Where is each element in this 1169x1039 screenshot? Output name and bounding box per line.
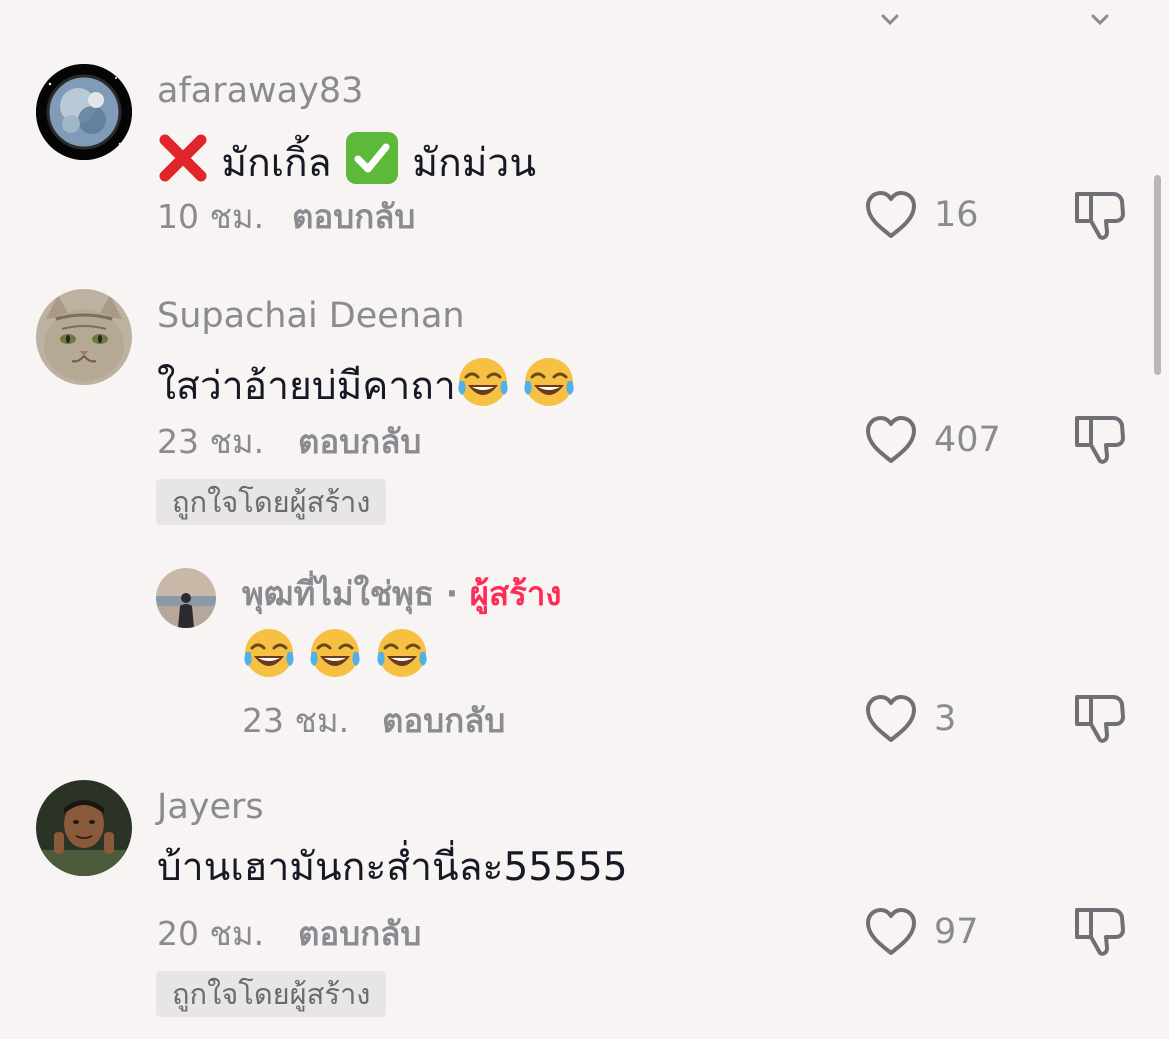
partial-chevron-icon: [1091, 14, 1109, 26]
reply-username[interactable]: พุฒที่ไม่ใช่พุธ: [242, 574, 434, 613]
heart-outline-icon[interactable]: [864, 190, 918, 240]
face-with-tears-of-joy-emoji: [456, 355, 510, 416]
separator-dot: ·: [445, 574, 459, 613]
thumbs-down-outline-icon[interactable]: [1073, 691, 1127, 745]
comment-text-segment: ใสว่าอ้ายบ่มีคาถา: [157, 364, 456, 409]
cat-avatar-image: [36, 289, 132, 385]
scrollbar[interactable]: [1154, 175, 1161, 375]
reply-button[interactable]: ตอบกลับ: [298, 425, 421, 458]
like-count: 407: [934, 420, 1001, 460]
like-count: 97: [934, 912, 979, 952]
reply-time: 23 ชม.: [242, 701, 350, 740]
globe-avatar-image: [36, 64, 132, 160]
reply-text: [242, 626, 429, 687]
comment-username[interactable]: afaraway83: [157, 74, 363, 109]
check-mark-emoji: [344, 130, 400, 186]
comment-text: มักเกิ้ล มักม่วน: [157, 130, 536, 186]
heart-outline-icon[interactable]: [864, 907, 918, 957]
reply-button[interactable]: ตอบกลับ: [298, 917, 421, 950]
like-count: 16: [934, 195, 979, 235]
face-with-tears-of-joy-emoji: [522, 355, 576, 416]
beach-avatar-image: [156, 568, 216, 628]
comment-text-segment: มักม่วน: [412, 141, 536, 186]
reply-button[interactable]: ตอบกลับ: [382, 704, 505, 737]
comment-text-segment: มักเกิ้ล: [221, 141, 332, 186]
creator-tag: ผู้สร้าง: [469, 574, 562, 613]
like-count: 3: [934, 699, 957, 739]
comment-text: ใสว่าอ้ายบ่มีคาถา: [157, 355, 576, 416]
thumbs-down-outline-icon[interactable]: [1073, 188, 1127, 242]
creator-liked-badge: ถูกใจโดยผู้สร้าง: [156, 971, 387, 1017]
comment-time: 20 ชม.: [157, 914, 265, 953]
heart-outline-icon[interactable]: [864, 694, 918, 744]
avatar[interactable]: [156, 568, 216, 628]
comment-time: 23 ชม.: [157, 422, 265, 461]
comment-username[interactable]: Jayers: [157, 790, 264, 825]
creator-liked-badge: ถูกใจโดยผู้สร้าง: [156, 479, 387, 525]
avatar[interactable]: [36, 780, 132, 876]
avatar[interactable]: [36, 64, 132, 160]
man-avatar-image: [36, 780, 132, 876]
comment-username[interactable]: Supachai Deenan: [157, 299, 465, 334]
cross-mark-emoji: [157, 132, 209, 184]
comment-text: บ้านเฮามันกะส่ำนี่ละ55555: [157, 845, 628, 890]
reply-button[interactable]: ตอบกลับ: [292, 200, 415, 233]
thumbs-down-outline-icon[interactable]: [1073, 412, 1127, 466]
avatar[interactable]: [36, 289, 132, 385]
thumbs-down-outline-icon[interactable]: [1073, 904, 1127, 958]
face-with-tears-of-joy-emoji: [242, 626, 296, 687]
heart-outline-icon[interactable]: [864, 415, 918, 465]
comment-time: 10 ชม.: [157, 197, 265, 236]
face-with-tears-of-joy-emoji: [308, 626, 362, 687]
reply-username-line: พุฒที่ไม่ใช่พุธ · ผู้สร้าง: [242, 577, 561, 610]
face-with-tears-of-joy-emoji: [375, 626, 429, 687]
partial-chevron-icon: [881, 14, 899, 26]
